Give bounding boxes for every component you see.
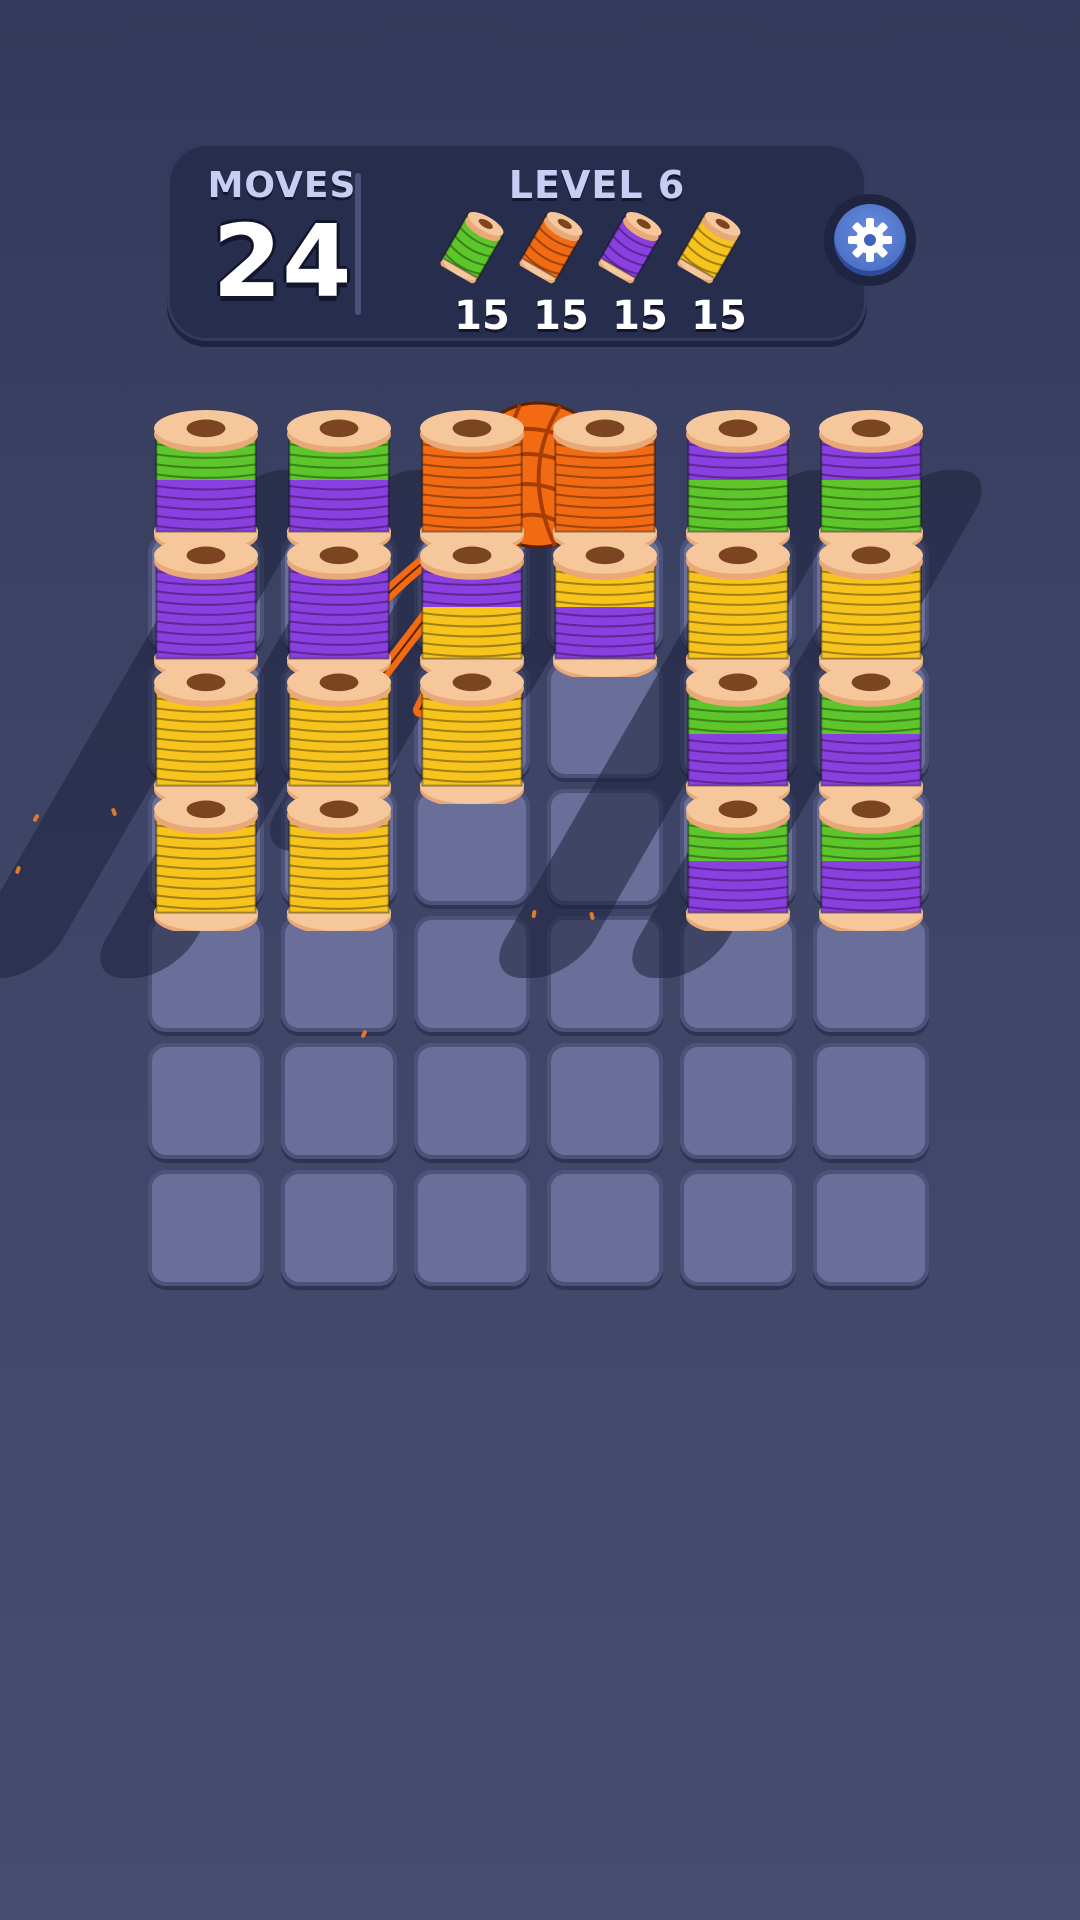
- spool-c1-1[interactable]: [152, 410, 260, 554]
- spool-graphic: [686, 410, 790, 554]
- spool-graphic: [686, 537, 790, 681]
- spool-graphic: [287, 791, 391, 935]
- spool-graphic: [287, 410, 391, 554]
- board-cell-r5-c1[interactable]: [148, 1043, 264, 1159]
- board-cell-r5-c4[interactable]: [547, 1043, 663, 1159]
- board-cell-r6-c3[interactable]: [414, 1170, 530, 1286]
- spool-c2-2[interactable]: [285, 537, 393, 681]
- spool-graphic: [819, 537, 923, 681]
- spool-c3-1[interactable]: [418, 410, 526, 554]
- spool-graphic: [154, 791, 258, 935]
- spool-graphic: [420, 664, 524, 808]
- spool-c5-3[interactable]: [684, 664, 792, 808]
- board-cell-r5-c3[interactable]: [414, 1043, 530, 1159]
- board-cell-r6-c6[interactable]: [813, 1170, 929, 1286]
- spool-c1-3[interactable]: [152, 664, 260, 808]
- spool-c3-2[interactable]: [418, 537, 526, 681]
- spool-c5-1[interactable]: [684, 410, 792, 554]
- board-cell-r6-c5[interactable]: [680, 1170, 796, 1286]
- spool-c3-3[interactable]: [418, 664, 526, 808]
- spool-graphic: [287, 664, 391, 808]
- spool-graphic: [686, 664, 790, 808]
- spool-graphic: [154, 410, 258, 554]
- board-cell-r6-c4[interactable]: [547, 1170, 663, 1286]
- board-cell-r6-c1[interactable]: [148, 1170, 264, 1286]
- spool-c1-2[interactable]: [152, 537, 260, 681]
- spool-graphic: [420, 537, 524, 681]
- spool-c5-2[interactable]: [684, 537, 792, 681]
- spool-graphic: [686, 791, 790, 935]
- board-cell-r5-c5[interactable]: [680, 1043, 796, 1159]
- game-board: [0, 0, 1080, 1920]
- spool-graphic: [553, 537, 657, 681]
- spool-graphic: [819, 664, 923, 808]
- spool-c5-4[interactable]: [684, 791, 792, 935]
- spool-c2-4[interactable]: [285, 791, 393, 935]
- spool-c6-4[interactable]: [817, 791, 925, 935]
- board-cell-r6-c2[interactable]: [281, 1170, 397, 1286]
- spool-graphic: [819, 791, 923, 935]
- spool-c6-2[interactable]: [817, 537, 925, 681]
- spool-c4-2[interactable]: [551, 537, 659, 681]
- spool-graphic: [553, 410, 657, 554]
- spool-c1-4[interactable]: [152, 791, 260, 935]
- spool-c2-3[interactable]: [285, 664, 393, 808]
- spool-c4-1[interactable]: [551, 410, 659, 554]
- spool-graphic: [154, 537, 258, 681]
- spool-c6-1[interactable]: [817, 410, 925, 554]
- spool-c2-1[interactable]: [285, 410, 393, 554]
- spool-c6-3[interactable]: [817, 664, 925, 808]
- spool-graphic: [287, 537, 391, 681]
- spool-graphic: [819, 410, 923, 554]
- spool-graphic: [154, 664, 258, 808]
- board-cell-r5-c6[interactable]: [813, 1043, 929, 1159]
- spool-graphic: [420, 410, 524, 554]
- board-cell-r5-c2[interactable]: [281, 1043, 397, 1159]
